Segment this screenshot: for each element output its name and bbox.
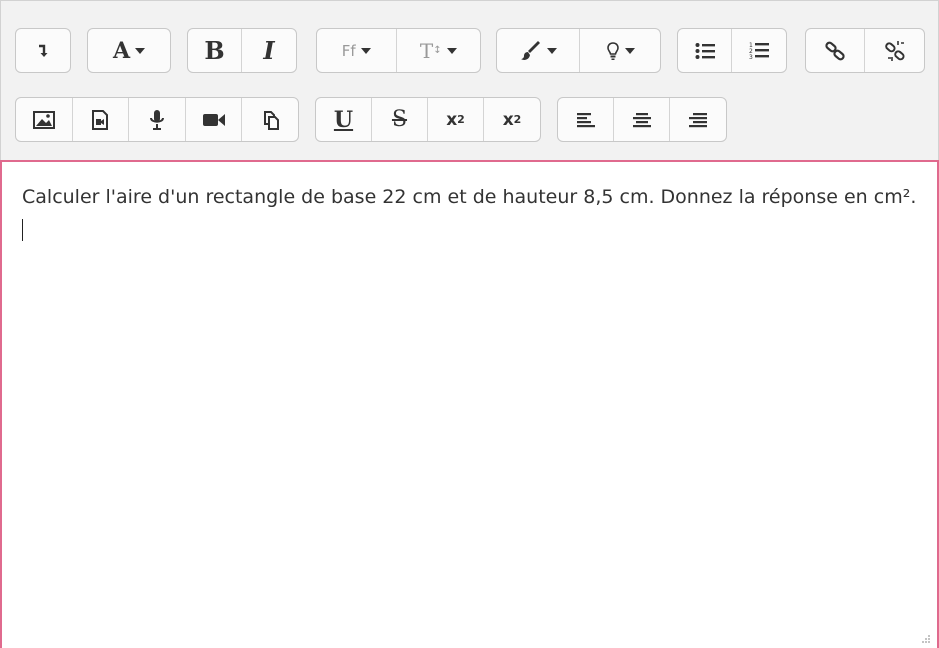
superscript-label: x xyxy=(502,109,514,130)
toolbar-group-media xyxy=(15,97,299,142)
toolbar-group-format: U S x2 x2 xyxy=(315,97,541,142)
align-left-button[interactable] xyxy=(558,98,614,141)
svg-text:3: 3 xyxy=(749,54,753,61)
manage-files-button[interactable] xyxy=(242,98,298,141)
text-style-label: A xyxy=(112,37,131,64)
bold-button[interactable]: B xyxy=(188,29,242,72)
collapse-arrow-icon xyxy=(39,44,48,57)
align-center-icon xyxy=(632,112,651,127)
editor-content-area[interactable]: Calculer l'aire d'un rectangle de base 2… xyxy=(0,160,939,648)
lightbulb-icon xyxy=(606,41,619,60)
text-style-button[interactable]: A xyxy=(88,29,170,72)
toolbar-group-align xyxy=(557,97,727,142)
editor-toolbar: A B I Ff T ↕ 1 2 3 U S x 2 x 2 xyxy=(0,0,939,160)
link-icon xyxy=(825,41,845,60)
resize-handle-icon[interactable] xyxy=(921,634,931,644)
align-right-button[interactable] xyxy=(670,98,726,141)
align-right-icon xyxy=(689,112,707,127)
image-button[interactable] xyxy=(16,98,73,141)
underline-label: U xyxy=(333,106,354,133)
italic-label: I xyxy=(263,36,275,65)
toolbar-group-font: Ff T ↕ xyxy=(316,28,481,73)
subscript-label: x xyxy=(446,109,458,130)
toolbar-group-lists: 1 2 3 xyxy=(677,28,787,73)
subscript-button[interactable]: x2 xyxy=(428,98,484,141)
video-camera-icon xyxy=(202,113,225,126)
file-media-icon xyxy=(92,109,109,130)
font-size-label: T xyxy=(419,38,434,63)
caret-down-icon xyxy=(135,47,146,54)
superscript-index: 2 xyxy=(513,113,522,126)
superscript-button[interactable]: x2 xyxy=(484,98,540,141)
toolbar-group-basic: B I xyxy=(187,28,297,73)
unlink-button[interactable] xyxy=(865,29,924,72)
caret-down-icon xyxy=(546,47,557,54)
unordered-list-button[interactable] xyxy=(678,29,732,72)
align-left-icon xyxy=(576,112,595,127)
toolbar-group-links xyxy=(805,28,925,73)
media-button[interactable] xyxy=(73,98,130,141)
toolbar-group-color xyxy=(496,28,661,73)
italic-button[interactable]: I xyxy=(242,29,296,72)
text-color-button[interactable] xyxy=(497,29,581,72)
caret-down-icon xyxy=(446,47,457,54)
record-audio-button[interactable] xyxy=(129,98,186,141)
link-button[interactable] xyxy=(806,29,866,72)
show-more-buttons[interactable] xyxy=(16,29,70,72)
strikethrough-label: S xyxy=(391,107,408,132)
bold-label: B xyxy=(204,36,225,65)
strikethrough-button[interactable]: S xyxy=(372,98,428,141)
image-icon xyxy=(32,110,55,129)
bullet-list-icon xyxy=(695,42,715,59)
toolbar-group-collapse xyxy=(15,28,71,73)
rich-text-editor: A B I Ff T ↕ 1 2 3 U S x 2 x 2 Calculer … xyxy=(0,0,939,648)
caret-down-icon xyxy=(624,47,635,54)
paintbrush-icon xyxy=(520,40,540,60)
toolbar-group-style: A xyxy=(87,28,171,73)
record-video-button[interactable] xyxy=(186,98,243,141)
text-cursor xyxy=(22,219,23,241)
underline-button[interactable]: U xyxy=(316,98,372,141)
ordered-list-button[interactable]: 1 2 3 xyxy=(732,29,786,72)
size-arrows-icon: ↕ xyxy=(433,44,442,56)
font-family-label: Ff xyxy=(341,41,356,60)
microphone-icon xyxy=(149,109,164,130)
font-family-button[interactable]: Ff xyxy=(317,29,397,72)
background-color-button[interactable] xyxy=(580,29,660,72)
copy-files-icon xyxy=(264,110,280,130)
numbered-list-icon: 1 2 3 xyxy=(749,42,769,61)
caret-down-icon xyxy=(360,47,371,54)
subscript-index: 2 xyxy=(457,113,465,126)
font-size-button[interactable]: T ↕ xyxy=(397,29,480,72)
align-center-button[interactable] xyxy=(614,98,670,141)
unlink-icon xyxy=(884,40,905,61)
content-text: Calculer l'aire d'un rectangle de base 2… xyxy=(22,186,917,208)
